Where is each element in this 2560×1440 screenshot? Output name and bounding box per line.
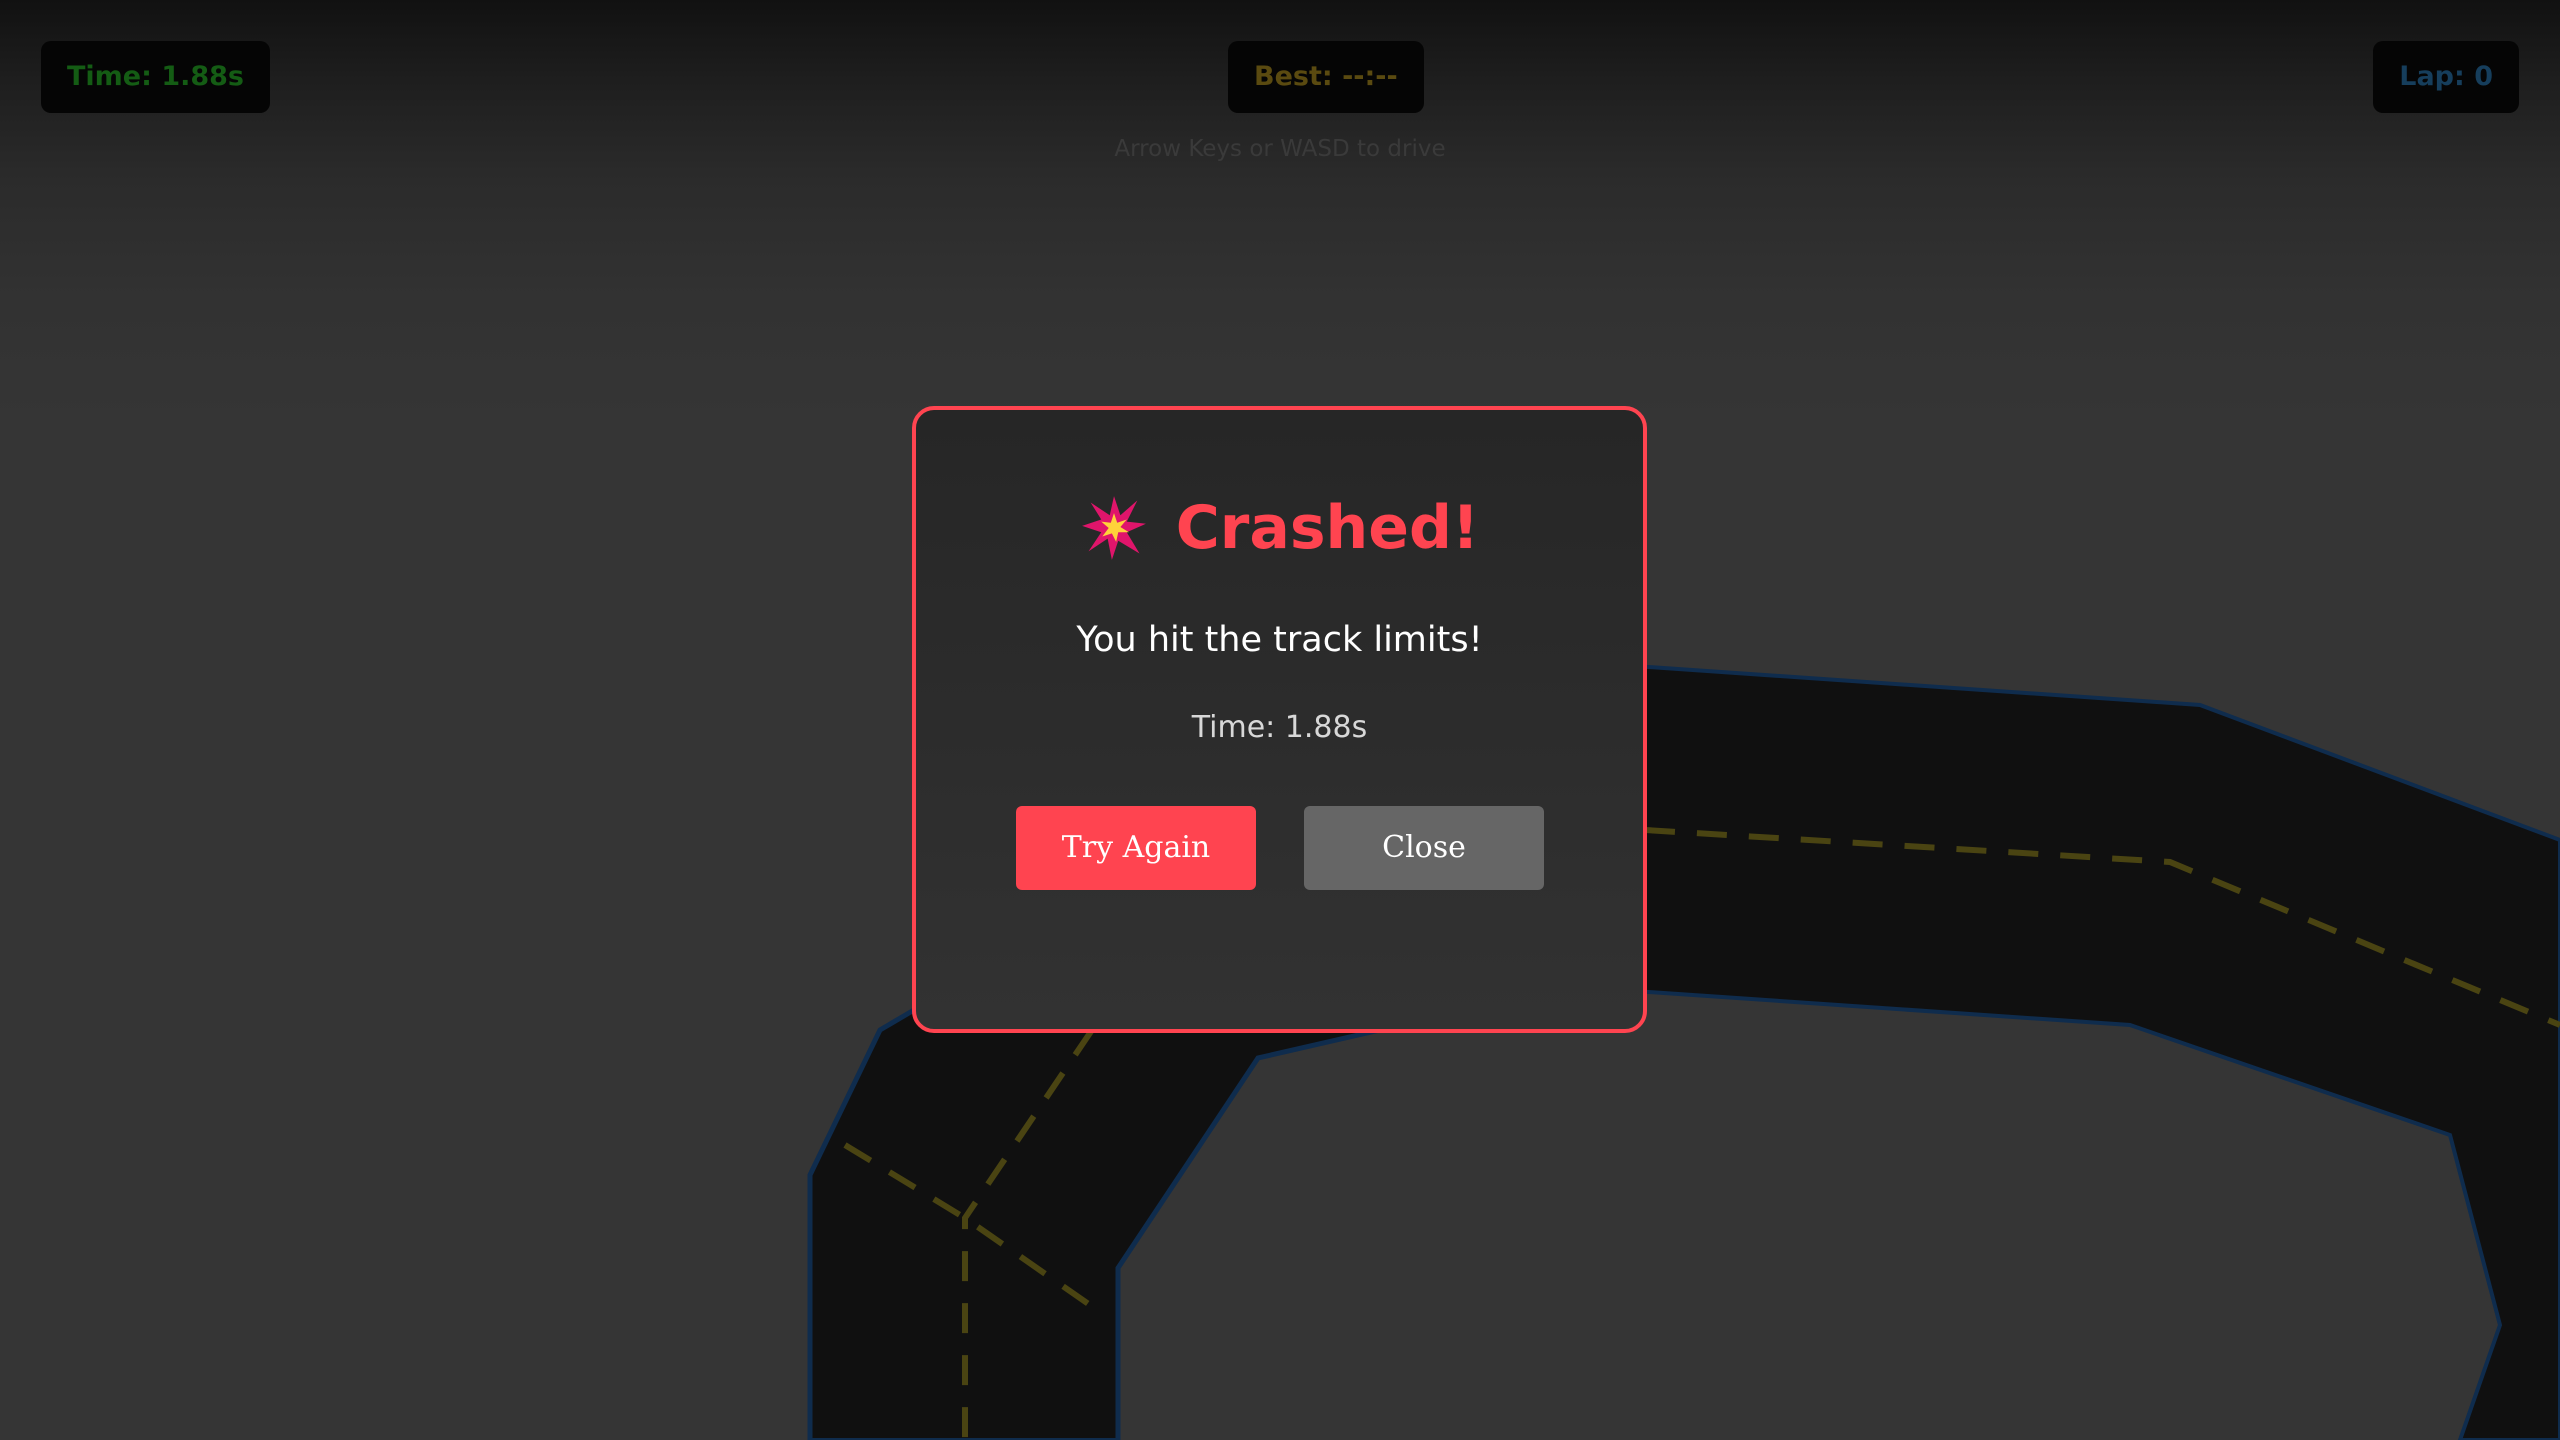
try-again-button[interactable]: Try Again: [1016, 806, 1256, 890]
lap-counter: Lap: 0: [2373, 41, 2519, 113]
crash-title: Crashed!: [1175, 493, 1480, 563]
close-button[interactable]: Close: [1304, 806, 1544, 890]
game-screen: Time: 1.88s Best: --:-- Lap: 0 Arrow Key…: [0, 0, 2560, 1440]
controls-hint: Arrow Keys or WASD to drive: [1114, 136, 1446, 162]
crash-dialog: Crashed! You hit the track limits! Time:…: [912, 406, 1647, 1033]
crash-time: Time: 1.88s: [1191, 710, 1368, 745]
crash-message: You hit the track limits!: [1076, 620, 1483, 660]
collision-icon: [1081, 496, 1146, 560]
crash-dialog-header: Crashed!: [916, 488, 1643, 568]
best-time-display: Best: --:--: [1228, 41, 1424, 113]
timer-display: Time: 1.88s: [41, 41, 271, 113]
